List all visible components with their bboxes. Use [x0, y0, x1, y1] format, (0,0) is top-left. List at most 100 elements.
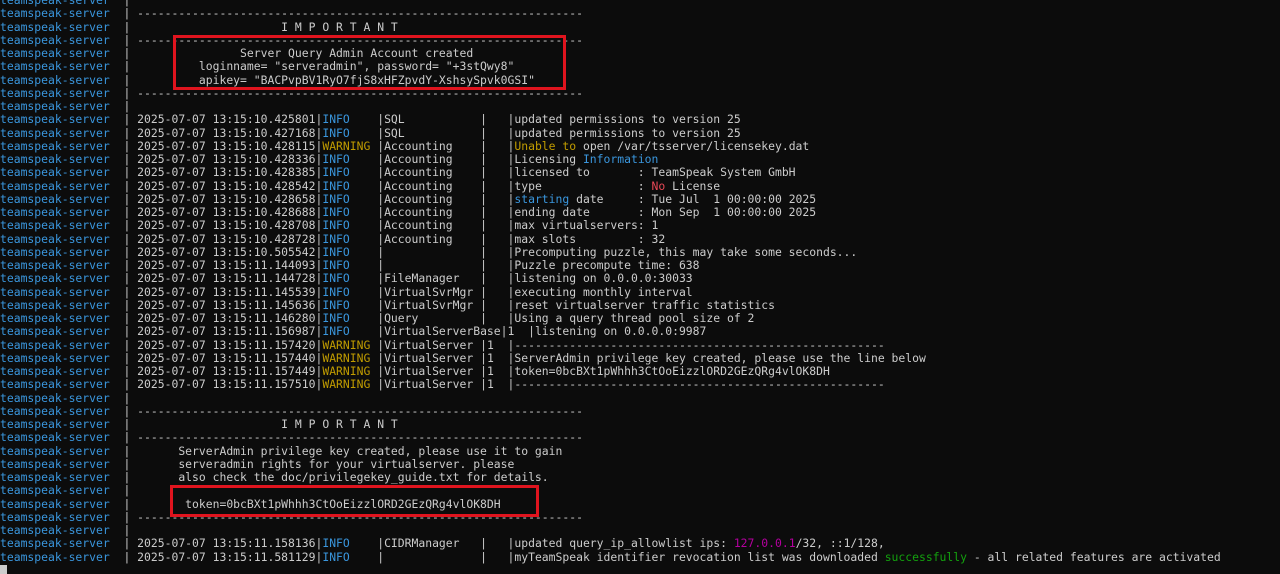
log-line: teamspeak-server | ServerAdmin privilege… — [0, 443, 1280, 458]
log-line: teamspeak-server | I M P O R T A N T — [0, 19, 1280, 34]
log-segment: |Query | |Using a query thread pool size… — [349, 311, 755, 325]
service-prefix: teamspeak-server — [0, 125, 110, 140]
service-prefix: teamspeak-server — [0, 6, 110, 21]
log-line: teamspeak-server | ---------------------… — [0, 85, 1280, 100]
separator: | — [109, 417, 138, 431]
log-segment: ----------------------------------------… — [137, 85, 583, 100]
log-segment: INFO — [322, 244, 350, 259]
log-segment: |Accounting | |Licensing — [349, 152, 583, 166]
log-segment: | | |Precomputing puzzle, this may take … — [349, 244, 858, 259]
service-prefix: teamspeak-server — [0, 496, 110, 511]
log-line: teamspeak-server | 2025-07-07 13:15:11.1… — [0, 311, 1280, 325]
log-line: teamspeak-server | 2025-07-07 13:15:10.5… — [0, 244, 1280, 259]
log-line: teamspeak-server | 2025-07-07 13:15:10.4… — [0, 166, 1280, 179]
log-segment: |VirtualServer |1 |token=0bcBXt1pWhhh3Ct… — [370, 364, 830, 378]
log-segment: 2025-07-07 13:15:10.428115| — [137, 138, 323, 153]
log-line: teamspeak-server | — [0, 391, 1280, 405]
terminal-output: teamspeak-server | teamspeak-server | --… — [0, 0, 1280, 564]
service-prefix: teamspeak-server — [0, 549, 110, 564]
separator: | — [109, 549, 138, 564]
separator: | — [109, 284, 138, 299]
log-line: teamspeak-server | 2025-07-07 13:15:11.1… — [0, 272, 1280, 285]
log-segment: 2025-07-07 13:15:10.425801| — [137, 112, 323, 127]
service-prefix: teamspeak-server — [0, 430, 110, 445]
log-line: teamspeak-server | 2025-07-07 13:15:11.1… — [0, 337, 1280, 352]
log-line: teamspeak-server | 2025-07-07 13:15:11.1… — [0, 364, 1280, 378]
service-prefix: teamspeak-server — [0, 284, 110, 299]
separator: | — [109, 337, 138, 352]
separator: | — [109, 6, 138, 21]
log-line: teamspeak-server | Server Query Admin Ac… — [0, 46, 1280, 60]
separator: | — [109, 297, 138, 312]
log-segment: 2025-07-07 13:15:10.428728| — [137, 231, 323, 246]
log-segment: |CIDRManager | |updated query_ip_allowli… — [349, 536, 734, 551]
log-line: teamspeak-server | 2025-07-07 13:15:10.4… — [0, 219, 1280, 232]
service-prefix: teamspeak-server — [0, 231, 110, 246]
log-line: teamspeak-server | — [0, 523, 1280, 537]
separator: | — [109, 19, 138, 34]
terminal-cursor — [0, 565, 7, 574]
service-prefix: teamspeak-server — [0, 483, 110, 498]
log-segment: ----------------------------------------… — [137, 430, 583, 445]
log-segment: ----------------------------------------… — [137, 509, 583, 524]
log-line: teamspeak-server | I M P O R T A N T — [0, 417, 1280, 431]
log-segment: |Accounting | | — [349, 191, 515, 206]
separator: | — [109, 364, 138, 378]
log-segment: INFO — [322, 271, 350, 286]
separator: | — [109, 536, 138, 551]
separator: | — [109, 470, 138, 484]
service-prefix: teamspeak-server — [0, 536, 110, 551]
log-line: teamspeak-server | 2025-07-07 13:15:10.4… — [0, 138, 1280, 153]
log-segment: INFO — [322, 311, 350, 325]
service-prefix: teamspeak-server — [0, 112, 110, 127]
log-segment: 2025-07-07 13:15:11.144093| — [137, 258, 323, 272]
log-segment: 2025-07-07 13:15:11.157510| — [137, 377, 323, 392]
log-line: teamspeak-server | 2025-07-07 13:15:11.1… — [0, 258, 1280, 272]
log-segment: |Accounting | |licensed to : TeamSpeak S… — [349, 165, 796, 180]
log-segment: 2025-07-07 13:15:11.156987| — [137, 324, 323, 339]
service-prefix: teamspeak-server — [0, 337, 110, 352]
log-segment: INFO — [322, 205, 350, 219]
log-segment: I M P O R T A N T — [137, 417, 398, 431]
log-line: teamspeak-server | also check the doc/pr… — [0, 470, 1280, 484]
log-segment: serveradmin rights for your virtualserve… — [137, 456, 515, 471]
service-prefix: teamspeak-server — [0, 324, 110, 339]
log-line: teamspeak-server | 2025-07-07 13:15:11.1… — [0, 537, 1280, 550]
log-segment: |Accounting | |ending date : Mon Sep 1 0… — [349, 205, 817, 219]
log-segment: 2025-07-07 13:15:11.157449| — [137, 364, 323, 378]
separator: | — [109, 258, 138, 272]
log-segment: 2025-07-07 13:15:10.428688| — [137, 205, 323, 219]
log-segment: Server Query Admin Account created — [137, 46, 474, 60]
log-line: teamspeak-server | — [0, 484, 1280, 497]
log-segment: - all related features are activated — [966, 549, 1221, 564]
log-segment: INFO — [322, 218, 350, 233]
separator: | — [109, 72, 138, 87]
separator: | — [109, 377, 138, 392]
log-segment: INFO — [322, 152, 350, 166]
log-segment: WARNING — [322, 377, 371, 392]
log-segment: INFO — [322, 165, 350, 180]
log-segment: |VirtualServer |1 |ServerAdmin privilege… — [370, 350, 926, 365]
log-segment: |VirtualServerBase|1 |listening on 0.0.0… — [349, 324, 707, 339]
log-line: teamspeak-server | 2025-07-07 13:15:11.1… — [0, 325, 1280, 338]
service-prefix: teamspeak-server — [0, 244, 110, 259]
service-prefix: teamspeak-server — [0, 403, 110, 418]
log-line: teamspeak-server | ---------------------… — [0, 403, 1280, 418]
log-segment: /32, ::1/128, — [795, 536, 885, 551]
log-segment: No — [651, 178, 666, 193]
log-segment: also check the doc/privilegekey_guide.tx… — [137, 470, 549, 484]
service-prefix: teamspeak-server — [0, 417, 110, 431]
separator: | — [109, 443, 138, 458]
log-segment: |SQL | |updated permissions to version 2… — [349, 125, 741, 140]
log-segment: WARNING — [322, 138, 371, 153]
service-prefix: teamspeak-server — [0, 85, 110, 100]
log-line: teamspeak-server | token=0bcBXt1pWhhh3Ct… — [0, 496, 1280, 511]
separator: | — [109, 59, 138, 74]
log-segment: |VirtualSvrMgr | |executing monthly inte… — [349, 284, 693, 299]
separator: | — [109, 165, 138, 180]
service-prefix: teamspeak-server — [0, 364, 110, 378]
service-prefix: teamspeak-server — [0, 523, 110, 537]
log-line: teamspeak-server | — [0, 99, 1280, 113]
log-segment: INFO — [322, 191, 350, 206]
separator: | — [109, 311, 138, 325]
